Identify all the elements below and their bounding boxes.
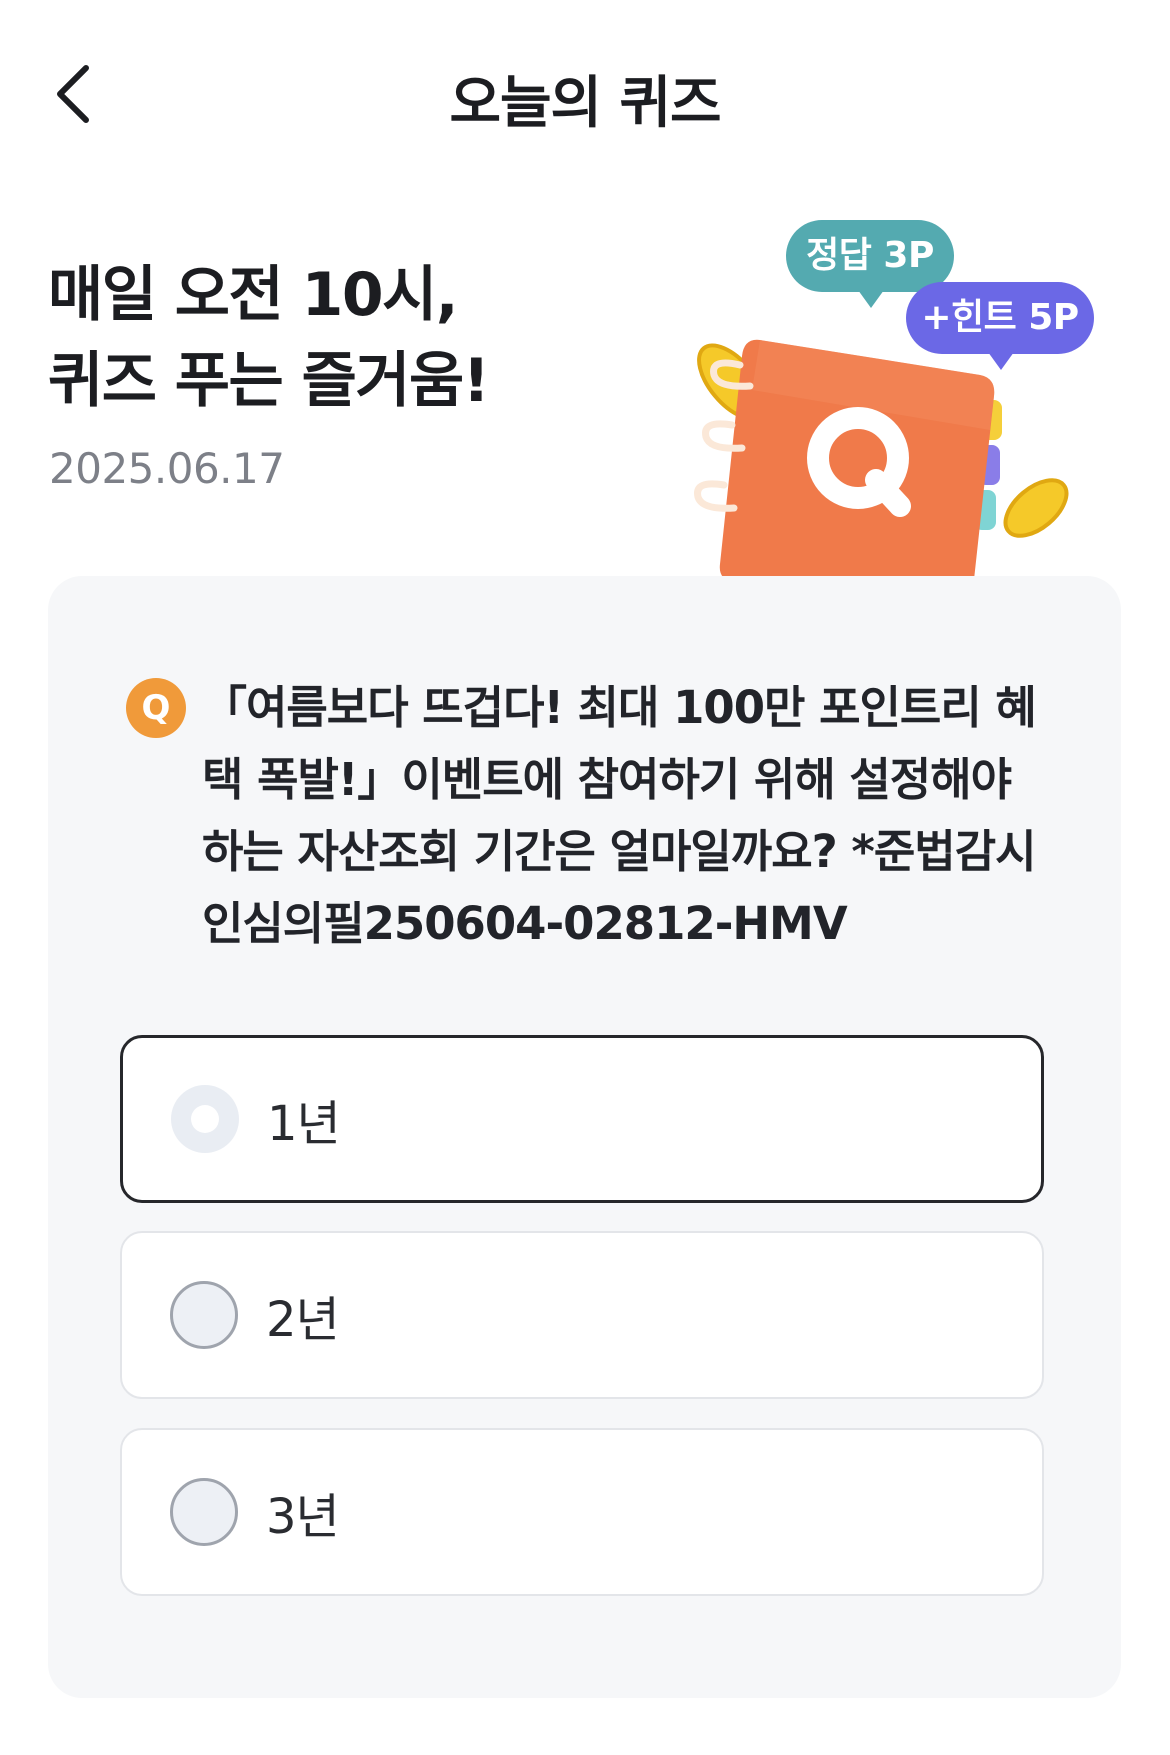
answer-option-label: 3년 [266,1489,340,1545]
coin-icon [1003,478,1069,538]
answer-points-bubble: 정답 3P [786,220,954,308]
quiz-date: 2025.06.17 [49,444,285,493]
answer-option-2[interactable]: 2년 [120,1231,1044,1399]
question-badge: Q [126,678,186,738]
radio-button[interactable] [171,1085,239,1153]
radio-button[interactable] [170,1478,238,1546]
radio-button[interactable] [170,1281,238,1349]
hero-title-line2: 퀴즈 푸는 즐거움! [48,346,490,416]
answer-option-label: 2년 [266,1292,340,1348]
question-text: 「여름보다 뜨겁다! 최대 100만 포인트리 혜택 폭발!」이벤트에 참여하기… [202,681,1037,950]
quiz-card: Q 「여름보다 뜨겁다! 최대 100만 포인트리 혜택 폭발!」이벤트에 참여… [48,576,1121,1698]
answer-option-label: 1년 [267,1096,341,1152]
hero-title-line1: 매일 오전 10시, [48,260,459,330]
page-title: 오늘의 퀴즈 [449,71,721,136]
app-header: 오늘의 퀴즈 [0,0,1170,190]
answer-option-1[interactable]: 1년 [120,1035,1044,1203]
answer-option-3[interactable]: 3년 [120,1428,1044,1596]
hero-title: 매일 오전 10시, 퀴즈 푸는 즐거움! [48,252,490,424]
